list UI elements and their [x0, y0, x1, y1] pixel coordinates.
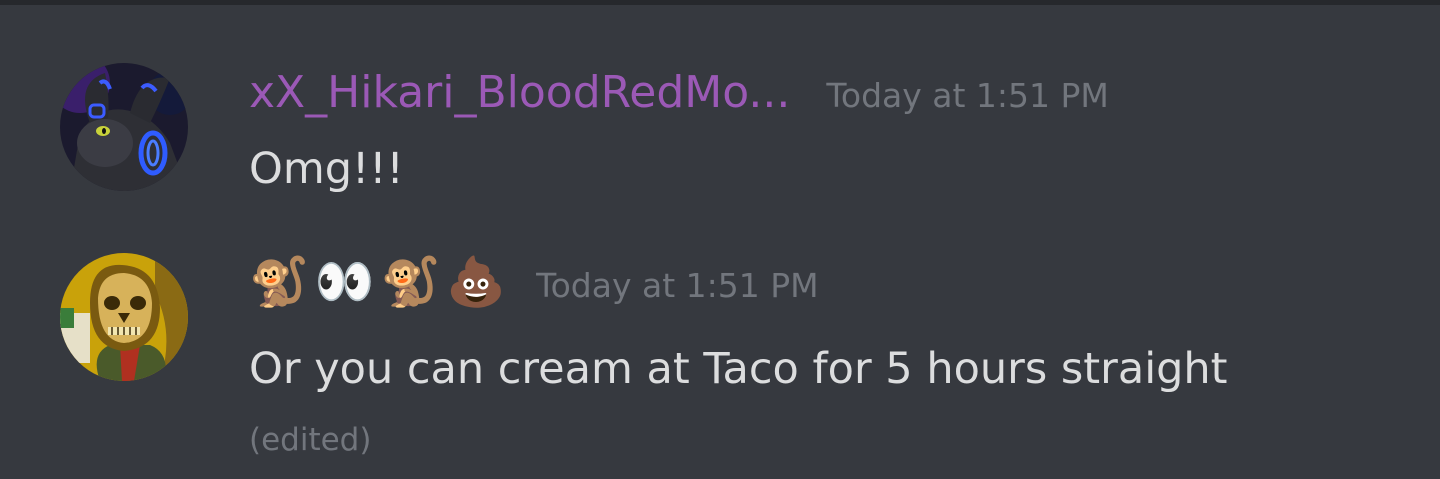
message-header: xX_Hikari_BloodRedMo... Today at 1:51 PM	[249, 58, 1109, 126]
username-emojis[interactable]: 🐒 👀 🐒 💩	[249, 258, 506, 306]
avatar-facepaint-photo	[60, 253, 188, 381]
top-divider	[0, 0, 1440, 5]
message-header: 🐒 👀 🐒 💩 Today at 1:51 PM	[249, 248, 819, 316]
eyes-emoji: 👀	[314, 254, 375, 310]
message-content: Omg!!!	[249, 144, 404, 194]
avatar[interactable]	[60, 253, 188, 381]
monkey-emoji: 🐒	[380, 254, 441, 310]
message-content: Or you can cream at Taco for 5 hours str…	[249, 344, 1228, 394]
monkey-emoji: 🐒	[249, 254, 309, 310]
timestamp[interactable]: Today at 1:51 PM	[536, 260, 819, 305]
username[interactable]: xX_Hikari_BloodRedMo...	[249, 67, 790, 118]
avatar[interactable]	[60, 63, 188, 191]
timestamp[interactable]: Today at 1:51 PM	[826, 70, 1109, 115]
avatar-umbreon-image	[60, 63, 188, 191]
poop-emoji: 💩	[446, 254, 507, 310]
edited-indicator: (edited)	[249, 422, 372, 458]
